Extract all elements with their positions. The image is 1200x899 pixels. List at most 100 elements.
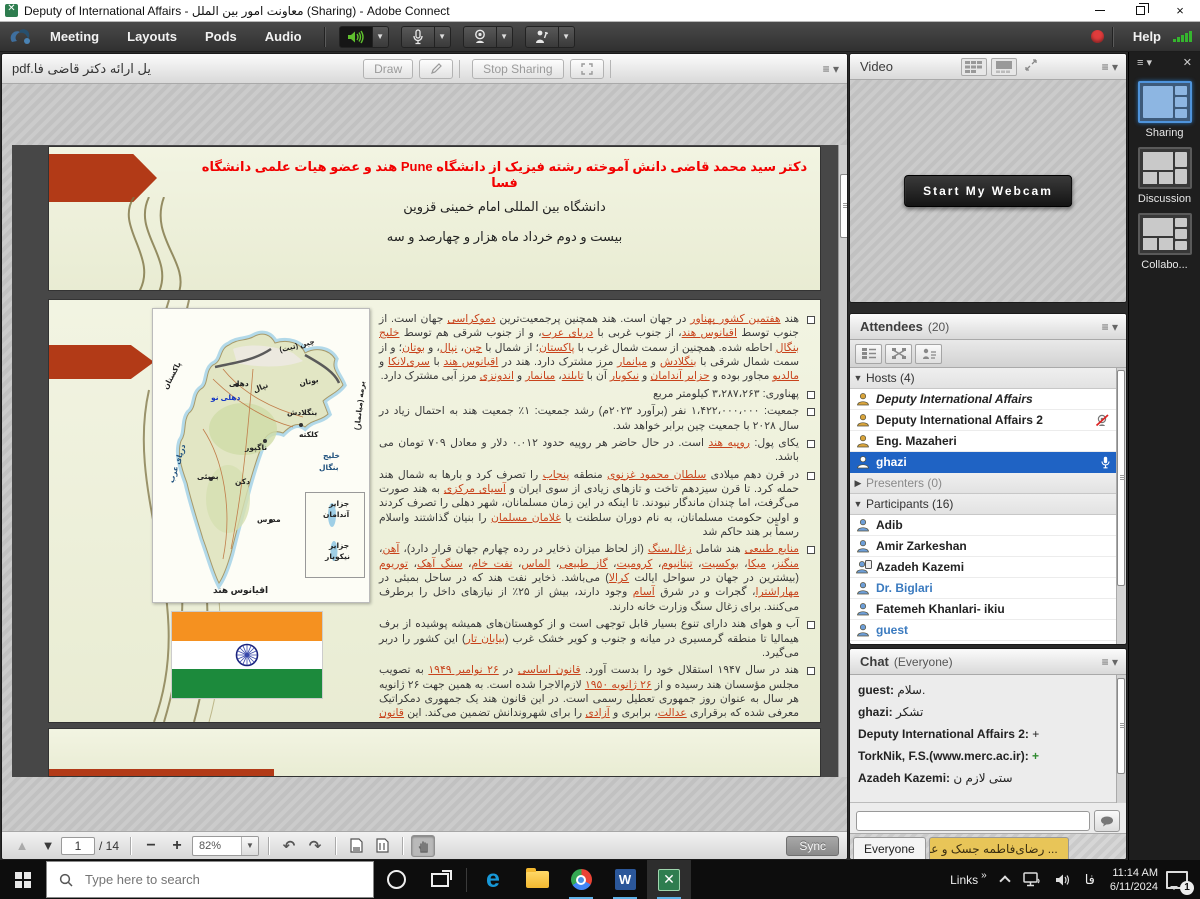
volume-tray-icon[interactable] — [1055, 873, 1071, 887]
video-pod-menu-icon[interactable]: ≡ ▾ — [1102, 60, 1118, 74]
attendee-row[interactable]: Azadeh Kazemi — [850, 557, 1116, 578]
layout-item-sharing[interactable]: Sharing — [1135, 81, 1195, 139]
attendees-scrollbar[interactable] — [1116, 368, 1126, 644]
taskbar-clock[interactable]: 11:14 AM 6/11/2024 — [1110, 866, 1158, 894]
fullscreen-button[interactable] — [570, 59, 604, 79]
attendee-row[interactable]: Deputy International Affairs — [850, 389, 1116, 410]
layouts-close-icon[interactable]: ✕ — [1183, 56, 1192, 69]
task-view-button[interactable] — [418, 860, 462, 899]
menu-pods[interactable]: Pods — [191, 22, 251, 51]
edge-taskbar-button[interactable]: e — [471, 860, 515, 899]
chat-pod-menu-icon[interactable]: ≡ ▾ — [1102, 655, 1118, 669]
attendee-status-view-button[interactable] — [915, 344, 942, 364]
chat-text: + — [1032, 749, 1039, 763]
attendee-row[interactable]: ghazi — [850, 452, 1116, 473]
page-number-input[interactable] — [61, 837, 95, 855]
collaboration-layout-thumbnail[interactable] — [1138, 213, 1192, 255]
layout-label: Collabo... — [1135, 259, 1195, 271]
breakout-view-button[interactable] — [885, 344, 912, 364]
attendee-row[interactable]: Dr. Biglari — [850, 578, 1116, 599]
webcam-dropdown[interactable]: ▼ — [497, 26, 513, 48]
zoom-level-select[interactable]: 82% ▼ — [192, 836, 259, 856]
chat-scrollbar-thumb[interactable] — [1117, 678, 1125, 774]
attendee-group-header[interactable]: ▼Hosts (4) — [850, 368, 1116, 389]
document-scrollbar[interactable] — [838, 145, 848, 777]
document-scrollbar-thumb[interactable] — [840, 174, 848, 238]
restore-button[interactable] — [1120, 0, 1160, 22]
attendee-row[interactable]: Eng. Mazaheri — [850, 431, 1116, 452]
microphone-dropdown[interactable]: ▼ — [435, 26, 451, 48]
network-tray-icon[interactable] — [1023, 872, 1041, 887]
discussion-layout-thumbnail[interactable] — [1138, 147, 1192, 189]
zoom-out-button[interactable]: − — [139, 835, 163, 857]
attendee-list-view-button[interactable] — [855, 344, 882, 364]
chrome-taskbar-button[interactable] — [559, 860, 603, 899]
rotate-right-button[interactable]: ↷ — [303, 835, 327, 857]
attendee-group-header[interactable]: ▼Participants (16) — [850, 494, 1116, 515]
microphone-button[interactable] — [401, 26, 435, 48]
hand-tool-button[interactable] — [411, 835, 435, 857]
action-center-icon[interactable]: 1 — [1166, 871, 1188, 889]
share-pod-menu-icon[interactable]: ≡ ▾ — [823, 62, 839, 76]
pen-tool-button[interactable] — [419, 59, 453, 79]
search-input[interactable] — [83, 871, 323, 888]
fit-page-button[interactable] — [344, 835, 368, 857]
taskbar-search[interactable] — [46, 861, 374, 898]
chat-tab-private[interactable]: ... رضای‌فاطمه جسک و عل — [929, 837, 1069, 859]
layout-item-discussion[interactable]: Discussion — [1135, 147, 1195, 205]
show-hidden-icons-button[interactable] — [1001, 874, 1009, 885]
raise-hand-button[interactable] — [525, 26, 559, 48]
next-page-button[interactable]: ▼ — [36, 835, 60, 857]
minimize-button[interactable] — [1080, 0, 1120, 22]
speaker-view-icon[interactable] — [991, 58, 1017, 76]
menu-audio[interactable]: Audio — [251, 22, 316, 51]
keyboard-language-indicator[interactable]: فا — [1085, 872, 1095, 888]
attendee-row[interactable]: Amir Zarkeshan — [850, 536, 1116, 557]
attendee-row[interactable]: Fatemeh Khanlari- ikiu — [850, 599, 1116, 620]
chat-pod-header: Chat (Everyone) ≡ ▾ — [850, 649, 1126, 675]
adobe-connect-taskbar-button[interactable]: ✕ — [647, 860, 691, 899]
links-toolbar[interactable]: Links » — [950, 873, 987, 887]
word-taskbar-button[interactable]: W — [603, 860, 647, 899]
chat-tab-everyone[interactable]: Everyone — [853, 837, 926, 859]
menu-layouts[interactable]: Layouts — [113, 22, 191, 51]
zoom-dropdown-arrow-icon: ▼ — [241, 837, 258, 855]
webcam-button[interactable] — [463, 26, 497, 48]
rotate-left-button[interactable]: ↶ — [277, 835, 301, 857]
attendee-name: Eng. Mazaheri — [876, 434, 957, 448]
previous-page-button[interactable]: ▲ — [10, 835, 34, 857]
bullet-marker — [807, 408, 815, 416]
draw-button[interactable]: Draw — [363, 59, 413, 79]
raise-hand-dropdown[interactable]: ▼ — [559, 26, 575, 48]
attendee-row[interactable]: Deputy International Affairs 2 — [850, 410, 1116, 431]
speaker-button[interactable] — [339, 26, 373, 48]
attendees-scrollbar-thumb[interactable] — [1117, 370, 1125, 586]
sharing-layout-thumbnail[interactable] — [1138, 81, 1192, 123]
help-menu[interactable]: Help — [1121, 29, 1173, 44]
layout-item-collaboration[interactable]: Collabo... — [1135, 213, 1195, 271]
speaker-dropdown[interactable]: ▼ — [373, 26, 389, 48]
attendees-pod-menu-icon[interactable]: ≡ ▾ — [1102, 320, 1118, 334]
stop-sharing-button[interactable]: Stop Sharing — [472, 59, 563, 79]
start-button[interactable] — [0, 860, 46, 899]
chat-message-input[interactable] — [856, 811, 1090, 831]
filmstrip-view-icon[interactable] — [961, 58, 987, 76]
sync-button[interactable]: Sync — [786, 836, 839, 856]
close-button[interactable]: × — [1160, 0, 1200, 22]
chat-scrollbar[interactable] — [1116, 675, 1126, 803]
fit-width-button[interactable] — [370, 835, 394, 857]
slide-1: دکتر سید محمد قاضی دانش آموخته رشته فیزی… — [49, 147, 820, 290]
send-chat-button[interactable] — [1094, 810, 1120, 832]
zoom-in-button[interactable]: + — [165, 835, 189, 857]
slide-bullet: هند هفتمین کشور پهناور در جهان است. هند … — [379, 312, 817, 384]
layouts-menu-icon[interactable]: ≡ ▾ — [1137, 56, 1152, 69]
start-my-webcam-button[interactable]: Start My Webcam — [904, 175, 1072, 207]
attendee-row[interactable]: Adib — [850, 515, 1116, 536]
word-icon: W — [615, 869, 636, 890]
video-fullscreen-icon[interactable] — [1025, 59, 1037, 74]
file-explorer-taskbar-button[interactable] — [515, 860, 559, 899]
cortana-button[interactable] — [374, 860, 418, 899]
attendee-row[interactable]: guest — [850, 620, 1116, 641]
attendee-group-header[interactable]: ▶Presenters (0) — [850, 473, 1116, 494]
menu-meeting[interactable]: Meeting — [36, 22, 113, 51]
